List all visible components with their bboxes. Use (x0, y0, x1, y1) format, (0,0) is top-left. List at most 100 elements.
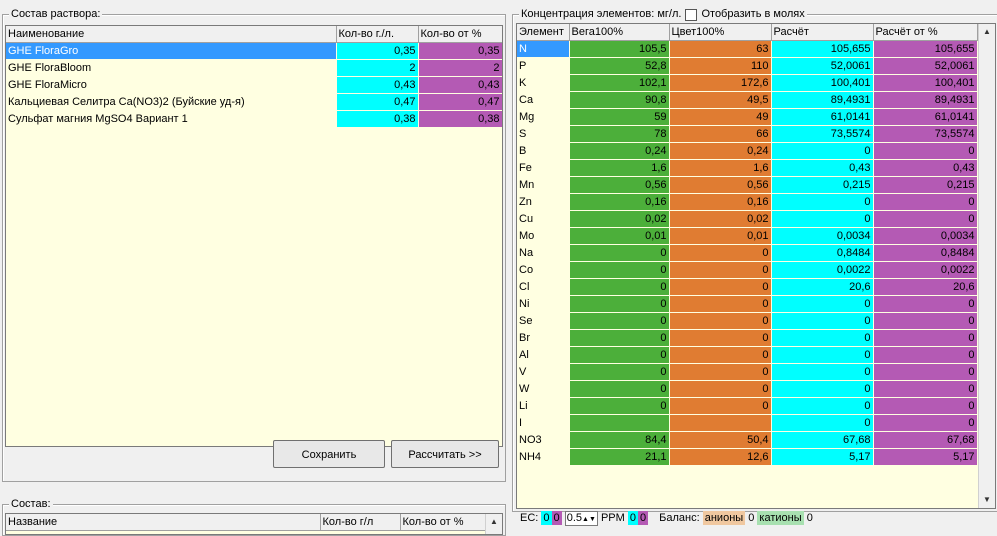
table-row[interactable]: W0000 (517, 380, 978, 398)
product-name-cell[interactable]: GHE FloraMicro (6, 76, 337, 94)
table-row[interactable]: Mn 0,56 0,56 0,215 0,215 (517, 176, 978, 194)
calc-pct-cell[interactable]: 0,8484 (873, 244, 978, 262)
table-row[interactable]: Zn 0,16 0,16 0 0 (517, 193, 978, 211)
calc-pct-cell[interactable]: 89,4931 (873, 91, 978, 109)
calc-pct-cell[interactable]: 73,5574 (873, 125, 978, 143)
table-row[interactable]: Li 0 0 0 0 (517, 397, 978, 415)
element-cell[interactable]: B (517, 142, 570, 160)
table-row[interactable]: I 00 (517, 414, 978, 432)
elements-grid[interactable]: Элемент Вега100% Цвет100% Расчёт Расчёт … (516, 23, 996, 509)
calc-cell[interactable]: 73,5574 (771, 125, 874, 143)
element-cell[interactable]: Mo (517, 227, 570, 245)
cvet-cell[interactable]: 0 (669, 363, 772, 381)
calc-pct-cell[interactable]: 5,17 (873, 448, 978, 466)
vega-cell[interactable]: 0,01 (569, 227, 670, 245)
col-calc-header[interactable]: Расчёт (771, 24, 874, 41)
vega-cell[interactable]: 21,1 (569, 448, 670, 466)
ppm-factor-value[interactable]: 0.5 (567, 512, 582, 524)
element-cell[interactable]: Ca (517, 91, 570, 109)
cvet-cell[interactable]: 0 (669, 397, 772, 415)
product-name-cell[interactable]: GHE FloraGro (6, 42, 337, 60)
product-qty-cell[interactable]: 0,38 (336, 110, 419, 128)
calc-pct-cell[interactable]: 0 (873, 210, 978, 228)
cvet-cell[interactable]: 0 (669, 244, 772, 262)
calc-cell[interactable]: 67,68 (771, 431, 874, 449)
calc-cell[interactable]: 0 (771, 363, 874, 381)
calc-pct-cell[interactable]: 105,655 (873, 40, 978, 58)
calc-pct-cell[interactable]: 67,68 (873, 431, 978, 449)
cvet-cell[interactable]: 63 (669, 40, 772, 58)
col-element-header[interactable]: Элемент (517, 24, 570, 41)
cvet-cell[interactable]: 49 (669, 108, 772, 126)
calc-cell[interactable]: 0 (771, 295, 874, 313)
table-row[interactable]: Se 0 0 0 0 (517, 312, 978, 330)
scroll-down-icon[interactable]: ▼ (979, 492, 995, 508)
vega-cell[interactable]: 0 (569, 346, 670, 364)
element-cell[interactable]: P (517, 57, 570, 75)
element-cell[interactable]: Ni (517, 295, 570, 313)
table-row[interactable]: P 52,8 110 52,0061 52,0061 (517, 57, 978, 75)
element-cell[interactable]: Co (517, 261, 570, 279)
cvet-cell[interactable]: 0 (669, 278, 772, 296)
table-row[interactable]: Ni 0 0 0 0 (517, 295, 978, 313)
scroll-up-icon[interactable]: ▲ (486, 514, 502, 530)
table-row[interactable]: GHE FloraBloom 2 2 (6, 59, 502, 77)
calc-cell[interactable]: 105,655 (771, 40, 874, 58)
cvet-cell[interactable]: 0 (669, 346, 772, 364)
cvet-cell[interactable]: 0 (669, 380, 772, 398)
element-cell[interactable]: Br (517, 329, 570, 347)
element-cell[interactable]: V (517, 363, 570, 381)
table-row[interactable]: GHE FloraMicro 0,43 0,43 (6, 76, 502, 94)
vega-cell[interactable]: 0,56 (569, 176, 670, 194)
product-pct-cell[interactable]: 2 (418, 59, 502, 77)
vega-cell[interactable]: 0 (569, 278, 670, 296)
product-name-cell[interactable]: Кальциевая Селитра Ca(NO3)2 (Буйские уд-… (6, 93, 337, 111)
cvet-cell[interactable]: 50,4 (669, 431, 772, 449)
element-cell[interactable]: Cl (517, 278, 570, 296)
element-cell[interactable]: NO3 (517, 431, 570, 449)
cvet-cell[interactable] (669, 414, 772, 432)
table-row[interactable]: Co 0 0 0,0022 0,0022 (517, 261, 978, 279)
calc-cell[interactable]: 0,8484 (771, 244, 874, 262)
ppm-factor-spinner[interactable]: 0.5▲▼ (564, 510, 598, 526)
table-row[interactable]: Ca 90,8 49,5 89,4931 89,4931 (517, 91, 978, 109)
element-cell[interactable]: Na (517, 244, 570, 262)
moles-label[interactable]: Отобразить в молях (701, 8, 804, 21)
calc-pct-cell[interactable]: 0 (873, 193, 978, 211)
cvet-cell[interactable]: 0 (669, 295, 772, 313)
table-row[interactable]: Na 0 0 0,8484 0,8484 (517, 244, 978, 262)
calc-cell[interactable]: 0 (771, 346, 874, 364)
calc-pct-cell[interactable]: 0,0034 (873, 227, 978, 245)
calc-pct-cell[interactable]: 0 (873, 363, 978, 381)
calc-cell[interactable]: 0 (771, 414, 874, 432)
col-qty-header[interactable]: Кол-во г./л. (336, 26, 419, 43)
calc-cell[interactable]: 0,0022 (771, 261, 874, 279)
vega-cell[interactable]: 0,02 (569, 210, 670, 228)
col-pct-header[interactable]: Кол-во от % (418, 26, 502, 43)
element-cell[interactable]: Li (517, 397, 570, 415)
element-cell[interactable]: N (517, 40, 570, 58)
cvet-cell[interactable]: 110 (669, 57, 772, 75)
composition-scrollbar[interactable]: ▲ (485, 514, 502, 534)
vega-cell[interactable]: 0 (569, 397, 670, 415)
calculate-button[interactable]: Рассчитать >> (391, 440, 499, 468)
save-button[interactable]: Сохранить (273, 440, 385, 468)
product-name-cell[interactable]: Сульфат магния MgSO4 Вариант 1 (6, 110, 337, 128)
calc-cell[interactable]: 20,6 (771, 278, 874, 296)
calc-pct-cell[interactable]: 0 (873, 295, 978, 313)
vega-cell[interactable]: 0,16 (569, 193, 670, 211)
calc-cell[interactable]: 0 (771, 380, 874, 398)
vega-cell[interactable]: 105,5 (569, 40, 670, 58)
vega-cell[interactable]: 1,6 (569, 159, 670, 177)
cvet-cell[interactable]: 66 (669, 125, 772, 143)
vega-cell[interactable]: 0 (569, 363, 670, 381)
vega-cell[interactable]: 0 (569, 380, 670, 398)
table-row[interactable]: B 0,24 0,24 0 0 (517, 142, 978, 160)
table-row[interactable]: V0000 (517, 363, 978, 381)
cvet-cell[interactable]: 0,02 (669, 210, 772, 228)
vega-cell[interactable]: 0,24 (569, 142, 670, 160)
element-cell[interactable]: Cu (517, 210, 570, 228)
calc-cell[interactable]: 0,43 (771, 159, 874, 177)
col-name-header[interactable]: Наименование (6, 26, 337, 43)
calc-cell[interactable]: 61,0141 (771, 108, 874, 126)
